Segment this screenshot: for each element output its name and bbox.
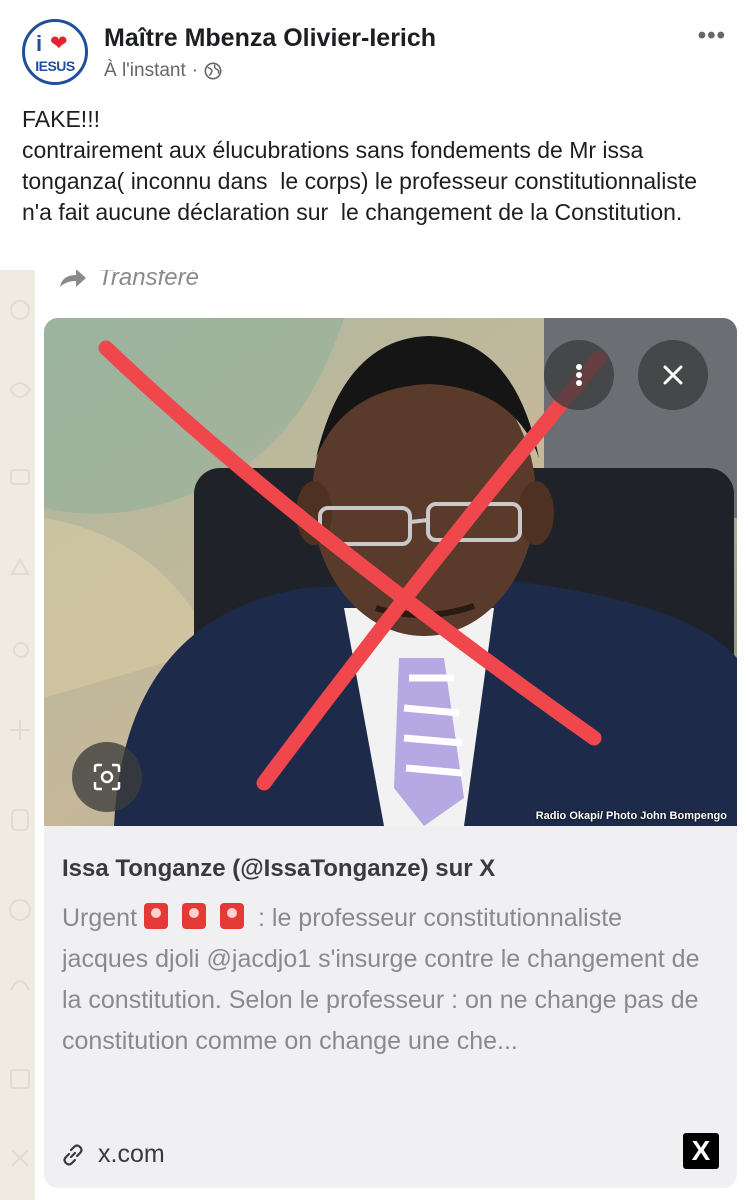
shared-screenshot: Transféré Radio Okapi/ Photo John Bompen…: [0, 270, 748, 1200]
post-text: FAKE!!! contrairement aux élucubrations …: [22, 106, 698, 225]
chat-wallpaper-doodle: [9, 300, 32, 1167]
post-header: i ❤ IESUS Maître Mbenza Olivier-Ierich À…: [0, 0, 748, 100]
siren-icon: [220, 903, 245, 929]
heart-icon: ❤: [50, 32, 68, 55]
link-domain[interactable]: x.com: [98, 1140, 165, 1169]
globe-icon: [204, 62, 222, 80]
avatar-word: IESUS: [35, 58, 75, 74]
lens-button[interactable]: [72, 742, 142, 812]
more-options-button[interactable]: •••: [698, 22, 726, 50]
author-name[interactable]: Maître Mbenza Olivier-Ierich: [104, 24, 436, 53]
preview-title[interactable]: Issa Tonganze (@IssaTonganze) sur X: [62, 855, 495, 883]
siren-icon: [182, 903, 207, 929]
link-icon: [63, 1143, 83, 1166]
lens-icon: [93, 763, 121, 791]
photo-credit: Radio Okapi/ Photo John Bompengo: [535, 810, 727, 822]
x-logo-icon: X: [683, 1133, 719, 1169]
menu-icon: [576, 364, 582, 386]
menu-button[interactable]: [544, 340, 614, 410]
avatar-letter: i: [36, 31, 43, 56]
siren-icon: [144, 903, 169, 929]
link-preview-card[interactable]: Radio Okapi/ Photo John Bompengo Issa To…: [44, 318, 737, 1188]
preview-link[interactable]: x.com: [62, 1140, 165, 1169]
desc-prefix: Urgent: [62, 904, 138, 932]
forwarded-text: Transféré: [98, 270, 199, 291]
preview-photo[interactable]: Radio Okapi/ Photo John Bompengo: [44, 318, 737, 826]
forwarded-label: Transféré: [58, 270, 199, 292]
forward-icon: [60, 270, 86, 287]
close-button[interactable]: [638, 340, 708, 410]
post-timestamp[interactable]: À l'instant: [104, 60, 186, 82]
meta-separator: ·: [191, 60, 199, 81]
preview-description: Urgent : le professeur constitutionnalis…: [62, 898, 712, 1062]
page-avatar[interactable]: i ❤ IESUS: [22, 19, 88, 85]
post-meta: À l'instant ·: [104, 60, 222, 82]
close-icon: [663, 365, 683, 385]
